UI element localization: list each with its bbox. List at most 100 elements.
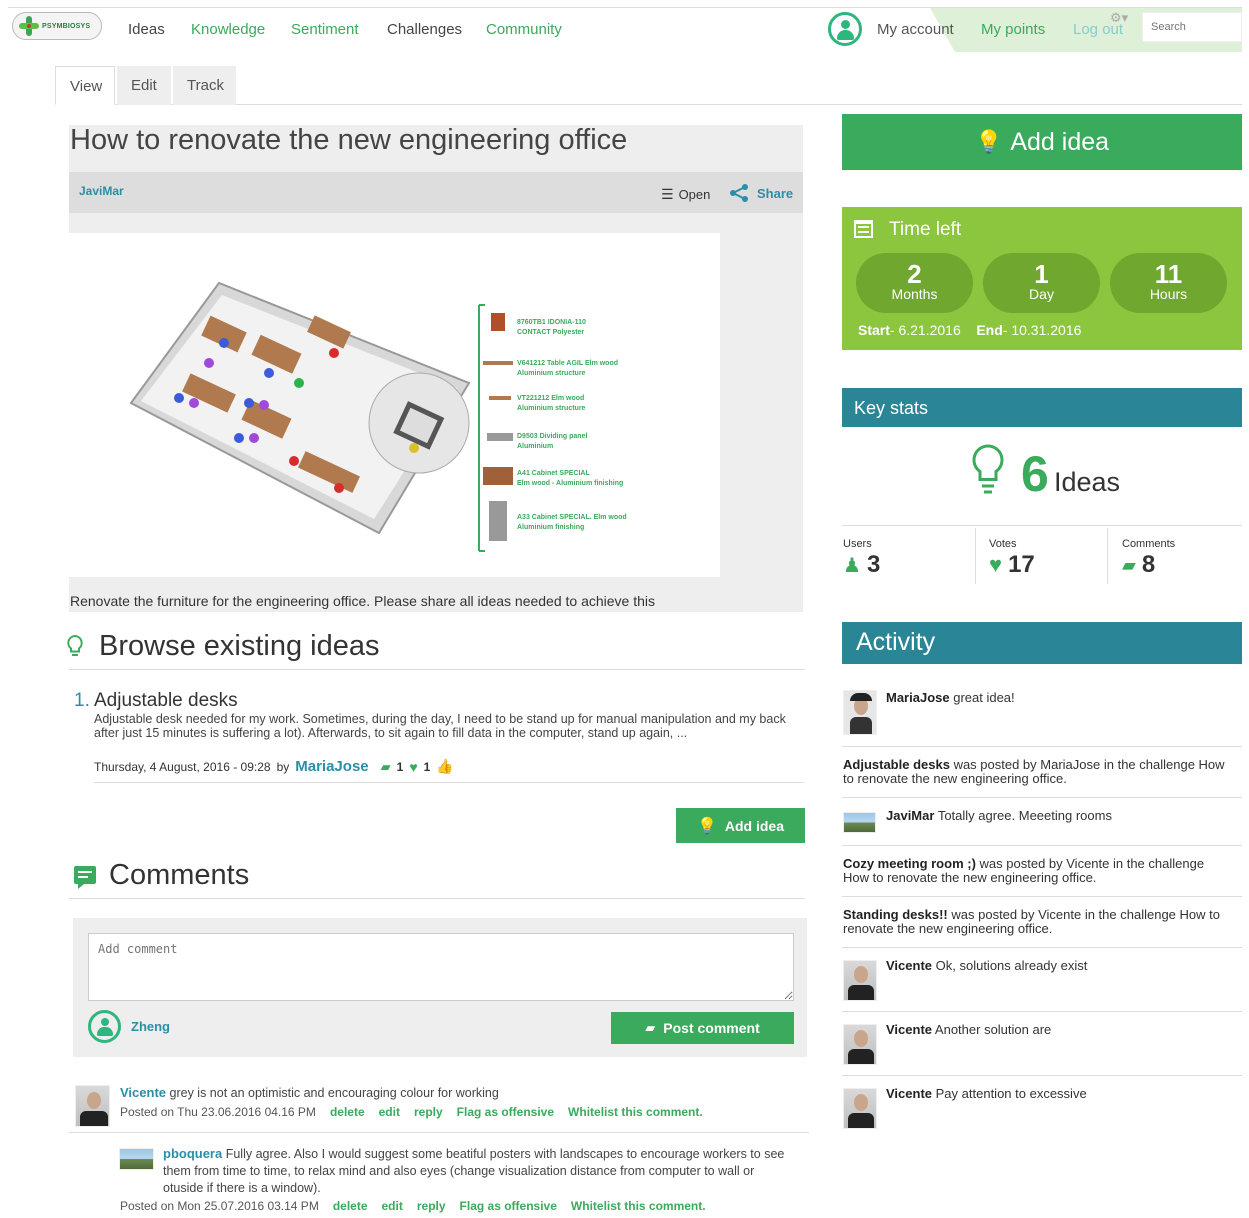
activity-idea-title[interactable]: Cozy meeting room ;): [843, 856, 976, 871]
status-label: Open: [678, 187, 711, 202]
activity-user[interactable]: MariaJose: [886, 690, 950, 705]
activity-user[interactable]: JaviMar: [886, 808, 934, 823]
delete-link[interactable]: delete: [330, 1105, 365, 1119]
users-label: Users: [843, 538, 872, 550]
nav-sentiment[interactable]: Sentiment: [291, 21, 359, 38]
comments-heading: Comments: [109, 859, 250, 891]
challenge-author[interactable]: JaviMar: [79, 184, 124, 198]
comment-text: them from time to time, to relax mind an…: [163, 1164, 755, 1178]
activity-avatar: [843, 690, 877, 735]
nav-ideas[interactable]: Ideas: [128, 21, 165, 38]
commenter-avatar: [75, 1085, 110, 1127]
my-account-link[interactable]: My account: [877, 21, 954, 38]
divider: [842, 947, 1242, 948]
activity-item: Vicente Pay attention to excessive: [886, 1087, 1087, 1101]
divider: [69, 898, 805, 899]
flag-offensive-link[interactable]: Flag as offensive: [460, 1199, 557, 1213]
activity-text: was posted by Vicente in the challenge H…: [951, 907, 1220, 922]
whitelist-link[interactable]: Whitelist this comment.: [568, 1105, 703, 1119]
thumbs-up-icon[interactable]: 👍: [436, 758, 453, 775]
activity-text: was posted by Vicente in the challenge: [979, 856, 1205, 871]
office-floorplan-drawing: [129, 281, 513, 552]
reply-link[interactable]: reply: [414, 1105, 443, 1119]
comment-author[interactable]: Vicente: [120, 1085, 166, 1100]
tab-edit[interactable]: Edit: [117, 66, 171, 105]
legend-desc: Aluminium structure: [517, 370, 586, 377]
activity-item: JaviMar Totally agree. Meeeting rooms: [886, 809, 1112, 823]
activity-avatar: [843, 960, 877, 1001]
activity-text: was posted by MariaJose in the challenge…: [953, 757, 1225, 772]
challenge-dates: Start- 6.21.2016 End- 10.31.2016: [858, 322, 1081, 338]
comment-text: Fully agree. Also I would suggest some b…: [225, 1147, 785, 1161]
legend-desc: Aluminium: [517, 443, 554, 450]
my-points-link[interactable]: My points: [981, 21, 1045, 38]
activity-idea-title[interactable]: Adjustable desks: [843, 757, 950, 772]
edit-link[interactable]: edit: [379, 1105, 400, 1119]
settings-gear-icon[interactable]: ⚙▾: [1110, 10, 1128, 26]
months-unit: Months: [891, 286, 938, 302]
comments-label: Comments: [1122, 538, 1176, 550]
activity-item: MariaJose great idea!: [886, 691, 1015, 705]
account-avatar-icon[interactable]: [828, 12, 862, 46]
post-comment-button[interactable]: ▰ Post comment: [611, 1012, 794, 1044]
time-left-title: Time left: [889, 219, 962, 240]
comment-textarea[interactable]: [88, 933, 794, 1001]
nav-knowledge[interactable]: Knowledge: [191, 21, 265, 38]
months-value: 2: [907, 259, 922, 289]
comments-stat: ▰ 8: [1122, 551, 1155, 579]
nav-community[interactable]: Community: [486, 21, 562, 38]
activity-idea-title[interactable]: Standing desks!!: [843, 907, 948, 922]
activity-text: Ok, solutions already exist: [935, 958, 1088, 973]
days-pill: 1 Day: [983, 253, 1100, 313]
idea-comment-count: 1: [396, 759, 404, 774]
flag-offensive-link[interactable]: Flag as offensive: [457, 1105, 554, 1119]
activity-user[interactable]: Vicente: [886, 1086, 932, 1101]
add-idea-button[interactable]: 💡 Add idea: [676, 808, 805, 843]
activity-user[interactable]: Vicente: [886, 958, 932, 973]
ideas-count-label: Ideas: [1054, 467, 1121, 497]
idea-title[interactable]: Adjustable desks: [94, 690, 238, 712]
search-input[interactable]: [1142, 12, 1242, 42]
site-logo[interactable]: PSYMBIOSYS: [12, 12, 102, 40]
status-open[interactable]: ☰ Open: [661, 186, 710, 203]
divider: [842, 845, 1242, 846]
idea-bulb-icon: 💡: [696, 817, 717, 835]
legend-desc: Aluminium structure: [517, 405, 586, 412]
idea-by: by: [276, 759, 290, 774]
tab-track[interactable]: Track: [173, 66, 236, 105]
legend-desc: Aluminium finishing: [517, 524, 585, 531]
comment-bubble-icon: ▰: [645, 1020, 656, 1035]
calendar-icon: [854, 220, 873, 238]
lightbulb-icon: [971, 443, 1005, 504]
divider: [842, 797, 1242, 798]
votes-stat: ♥ 17: [989, 551, 1035, 579]
divider: [842, 525, 1242, 526]
comment-icon: ▰: [380, 758, 391, 774]
idea-author[interactable]: MariaJose: [295, 758, 368, 775]
legend-desc: CONTACT Polyester: [517, 329, 585, 336]
comment-author[interactable]: pboquera: [163, 1146, 222, 1161]
votes-value: 17: [1008, 551, 1035, 578]
activity-user[interactable]: Vicente: [886, 1022, 932, 1037]
current-user-name[interactable]: Zheng: [131, 1019, 170, 1034]
commenter-avatar: [119, 1148, 154, 1170]
activity-title: Activity: [856, 628, 936, 656]
users-value: 3: [866, 551, 881, 578]
days-value: 1: [1034, 259, 1049, 289]
tab-view[interactable]: View: [55, 66, 115, 105]
legend-code: A41 Cabinet SPECIAL: [517, 470, 590, 477]
activity-avatar: [843, 812, 876, 833]
share-button[interactable]: Share: [729, 184, 793, 202]
delete-link[interactable]: delete: [333, 1199, 368, 1213]
whitelist-link[interactable]: Whitelist this comment.: [571, 1199, 706, 1213]
edit-link[interactable]: edit: [382, 1199, 403, 1213]
legend-code: V641212 Table AGIL Elm wood: [517, 360, 619, 367]
activity-header: Activity: [842, 622, 1242, 664]
reply-link[interactable]: reply: [417, 1199, 446, 1213]
activity-item: Vicente Ok, solutions already exist: [886, 959, 1087, 973]
end-date: - 10.31.2016: [1002, 322, 1082, 338]
nav-challenges[interactable]: Challenges: [387, 21, 462, 38]
activity-item: Vicente Another solution are: [886, 1023, 1051, 1037]
activity-item: Cozy meeting room ;) was posted by Vicen…: [843, 857, 1238, 885]
sidebar-add-idea-button[interactable]: 💡 Add idea: [842, 114, 1242, 170]
